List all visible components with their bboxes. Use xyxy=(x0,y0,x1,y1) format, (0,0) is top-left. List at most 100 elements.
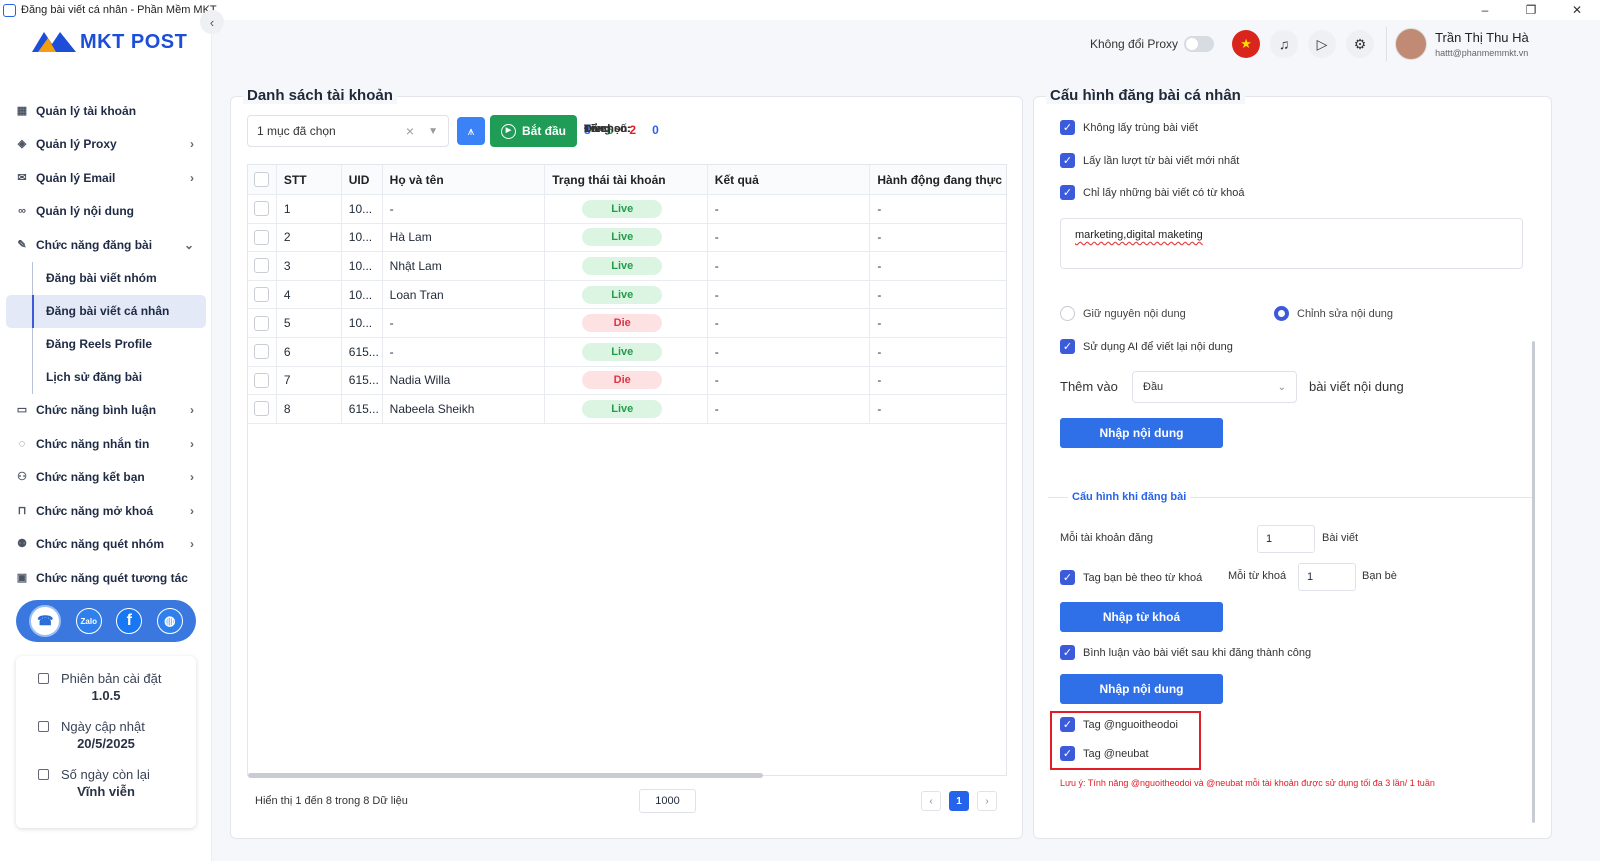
config-panel: Cấu hình đăng bài cá nhân ✓ Không lấy tr… xyxy=(1033,87,1552,839)
input-comment-content-button[interactable]: Nhập nội dung xyxy=(1060,674,1223,704)
row-checkbox[interactable] xyxy=(254,315,270,331)
add-position-tail: bài viết nội dung xyxy=(1309,379,1404,394)
checkbox-label: Tag bạn bè theo từ khoá xyxy=(1083,571,1203,584)
sidebar-item-comment[interactable]: ▭ Chức năng bình luận › xyxy=(6,394,206,428)
header-toolbar: Không đổi Proxy ★ ♫ ▷ ⚙ Trần Thị Thu Hà … xyxy=(1090,20,1529,68)
table-row[interactable]: 2 10... Hà Lam Live - - xyxy=(248,223,1006,253)
per-keyword-input[interactable]: 1 xyxy=(1298,563,1356,591)
header-cell[interactable]: Trạng thái tài khoản xyxy=(545,165,708,194)
minimize-button[interactable]: – xyxy=(1462,0,1508,20)
page-size-select[interactable]: 1000 xyxy=(639,789,696,813)
update-value: 20/5/2025 xyxy=(77,736,135,751)
ai-rewrite-checkbox[interactable]: ✓ Sử dụng AI để viết lại nội dung xyxy=(1060,339,1233,354)
chevron-down-icon: ⌄ xyxy=(183,237,194,252)
start-button[interactable]: ▶ Bắt đầu xyxy=(490,115,577,147)
check-icon: ✓ xyxy=(1060,645,1075,660)
filter-clear-button[interactable]: ⩚ xyxy=(457,117,485,145)
row-checkbox[interactable] xyxy=(254,287,270,303)
sidebar-item-add-friend[interactable]: ⚇ Chức năng kết bạn › xyxy=(6,461,206,495)
result-cell: - xyxy=(708,337,871,366)
table-row[interactable]: 7 615... Nadia Willa Die - - xyxy=(248,366,1006,396)
close-button[interactable]: ✕ xyxy=(1554,0,1600,20)
newest-first-checkbox[interactable]: ✓ Lấy lần lượt từ bài viết mới nhất xyxy=(1060,153,1239,168)
table-row[interactable]: 1 10... - Live - - xyxy=(248,195,1006,224)
sidebar-item-email-management[interactable]: ✉ Quản lý Email › xyxy=(6,161,206,195)
vietnam-flag-icon[interactable]: ★ xyxy=(1232,30,1261,58)
row-checkbox[interactable] xyxy=(254,401,270,417)
row-checkbox[interactable] xyxy=(254,201,270,217)
comment-after-checkbox[interactable]: ✓ Bình luận vào bài viết sau khi đăng th… xyxy=(1060,645,1311,660)
clear-icon[interactable]: × xyxy=(406,123,414,139)
sidebar-item-label: Quản lý Email xyxy=(36,170,116,185)
sidebar-item-content-management[interactable]: ∞ Quản lý nội dung xyxy=(6,195,206,229)
sidebar-item-posting[interactable]: ✎ Chức năng đăng bài ⌄ xyxy=(6,228,206,262)
add-position-select[interactable]: Đầu ⌄ xyxy=(1132,371,1297,403)
support-icon[interactable]: ☎ xyxy=(29,605,62,637)
table-row[interactable]: 6 615... - Live - - xyxy=(248,337,1006,367)
keep-content-radio[interactable]: Giữ nguyên nội dung xyxy=(1060,306,1186,321)
header-cell[interactable]: Họ và tên xyxy=(383,165,546,194)
page-button[interactable]: 1 xyxy=(949,791,969,811)
edit-content-radio[interactable]: Chỉnh sửa nội dung xyxy=(1274,306,1393,321)
prev-page-button[interactable]: ‹ xyxy=(921,791,941,811)
status-cell: Live xyxy=(545,223,708,252)
next-page-button[interactable]: › xyxy=(977,791,997,811)
logo: MKT POST xyxy=(32,30,187,54)
avatar[interactable] xyxy=(1395,28,1428,60)
globe-icon[interactable]: ◍ xyxy=(156,608,183,634)
vertical-scrollbar[interactable] xyxy=(1532,341,1535,823)
horizontal-scrollbar[interactable] xyxy=(248,773,763,778)
account-select[interactable]: 1 mục đã chọn × ▼ xyxy=(247,115,449,147)
sidebar-item-message[interactable]: ◌ Chức năng nhắn tin › xyxy=(6,427,206,461)
tag-highlight-checkbox[interactable]: ✓ Tag @neubat xyxy=(1060,746,1149,761)
sidebar-subitem-post-history[interactable]: Lịch sử đăng bài xyxy=(6,360,206,394)
row-checkbox[interactable] xyxy=(254,372,270,388)
play-circle-icon[interactable]: ▷ xyxy=(1308,30,1337,58)
collapse-sidebar-button[interactable]: ‹ xyxy=(200,10,224,34)
table-row[interactable]: 4 10... Loan Tran Live - - xyxy=(248,280,1006,310)
row-checkbox[interactable] xyxy=(254,258,270,274)
maximize-button[interactable]: ❐ xyxy=(1508,0,1554,20)
app-icon xyxy=(3,3,16,17)
user-info[interactable]: Trần Thị Thu Hà hattt@phanmemmkt.vn xyxy=(1435,30,1529,58)
gear-icon[interactable]: ⚙ xyxy=(1346,30,1375,58)
table-row[interactable]: 3 10... Nhật Lam Live - - xyxy=(248,252,1006,281)
header-cell[interactable]: Kết quả xyxy=(708,165,871,194)
header-cell[interactable]: STT xyxy=(277,165,342,194)
zalo-icon[interactable]: Zalo xyxy=(75,608,102,634)
tag-friends-checkbox[interactable]: ✓ Tag bạn bè theo từ khoá xyxy=(1060,570,1202,585)
sidebar-subitem-personal-post[interactable]: Đăng bài viết cá nhân xyxy=(6,294,206,328)
input-content-button[interactable]: Nhập nội dung xyxy=(1060,418,1223,448)
table-row[interactable]: 8 615... Nabeela Sheikh Live - - xyxy=(248,395,1006,424)
sidebar-item-account-management[interactable]: ▦ Quản lý tài khoản xyxy=(6,94,206,128)
sidebar-item-scan-interaction[interactable]: ▣ Chức năng quét tương tác xyxy=(6,561,206,595)
keywords-textarea[interactable]: marketing,digital maketing xyxy=(1060,218,1523,269)
row-checkbox-cell xyxy=(248,366,277,395)
sidebar-subitem-reels-profile[interactable]: Đăng Reels Profile xyxy=(6,327,206,361)
sidebar-item-unlock[interactable]: ⊓ Chức năng mở khoá › xyxy=(6,494,206,528)
table-row[interactable]: 5 10... - Die - - xyxy=(248,309,1006,338)
row-checkbox[interactable] xyxy=(254,229,270,245)
name-cell: - xyxy=(383,309,546,337)
tag-follower-checkbox[interactable]: ✓ Tag @nguoitheodoi xyxy=(1060,717,1178,732)
facebook-icon[interactable]: f xyxy=(116,608,143,634)
sidebar-subitem-group-post[interactable]: Đăng bài viết nhóm xyxy=(6,261,206,295)
sidebar-item-proxy-management[interactable]: ◈ Quản lý Proxy › xyxy=(6,128,206,162)
header-cell[interactable]: UID xyxy=(342,165,383,194)
checkbox-label: Chỉ lấy những bài viết có từ khoá xyxy=(1083,186,1245,199)
per-account-input[interactable]: 1 xyxy=(1257,525,1315,553)
bell-icon[interactable]: ♫ xyxy=(1270,30,1299,58)
filter-icon: ⩚ xyxy=(467,123,475,138)
name-cell: Nabeela Sheikh xyxy=(383,395,546,423)
config-title: Cấu hình đăng bài cá nhân xyxy=(1046,87,1245,104)
header-cell[interactable]: Hành động đang thực h xyxy=(870,165,1006,194)
select-all-checkbox[interactable] xyxy=(254,172,270,187)
row-checkbox-cell xyxy=(248,280,277,309)
no-duplicate-checkbox[interactable]: ✓ Không lấy trùng bài viết xyxy=(1060,120,1198,135)
sidebar-item-scan-group[interactable]: ⚉ Chức năng quét nhóm › xyxy=(6,528,206,562)
keyword-only-checkbox[interactable]: ✓ Chỉ lấy những bài viết có từ khoá xyxy=(1060,185,1244,200)
proxy-toggle[interactable] xyxy=(1184,36,1215,52)
input-keywords-button[interactable]: Nhập từ khoá xyxy=(1060,602,1223,632)
check-icon: ✓ xyxy=(1060,153,1075,168)
row-checkbox[interactable] xyxy=(254,344,270,360)
